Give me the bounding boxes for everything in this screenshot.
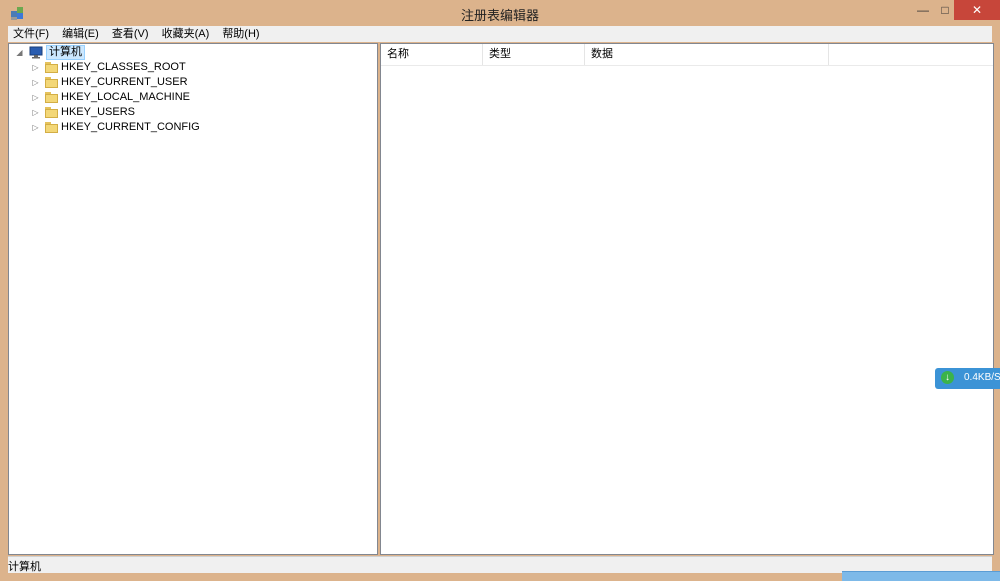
download-arrow-icon: ↓ [941, 371, 954, 384]
maximize-button[interactable]: □ [936, 0, 954, 20]
expand-arrow-icon[interactable]: ▷ [31, 63, 40, 72]
menu-favorites[interactable]: 收藏夹(A) [157, 26, 215, 42]
watermark-url: jingyan.baidu.com [769, 519, 882, 535]
folder-icon [45, 77, 58, 88]
menu-edit[interactable]: 编辑(E) [57, 26, 104, 42]
status-text: 计算机 [8, 561, 41, 573]
watermark-logo: Bai du 经验 [765, 478, 975, 518]
tree-root-label[interactable]: 计算机 [46, 45, 85, 60]
expand-arrow-icon[interactable]: ▷ [31, 108, 40, 117]
column-header-data[interactable]: 数据 [585, 44, 829, 65]
close-button[interactable]: ✕ [954, 0, 1000, 20]
expand-arrow-icon[interactable]: ▷ [31, 123, 40, 132]
computer-icon [29, 46, 43, 59]
window-title: 注册表编辑器 [460, 8, 539, 23]
baidu-watermark: Bai du 经验 jingyan.baidu.com [765, 470, 975, 535]
registry-tree-pane[interactable]: ◢ 计算机 ▷ HKEY_CLASSES_ROOT ▷ HKEY_CURRENT… [8, 43, 378, 555]
column-header-type[interactable]: 类型 [483, 44, 585, 65]
tree-key-label[interactable]: HKEY_CURRENT_CONFIG [61, 120, 200, 135]
tree-key-label[interactable]: HKEY_USERS [61, 105, 135, 120]
title-bar: 注册表编辑器 — □ ✕ [0, 0, 1000, 26]
header-divider [381, 65, 993, 66]
column-header-name[interactable]: 名称 [381, 44, 483, 65]
folder-icon [45, 62, 58, 73]
menu-help[interactable]: 帮助(H) [217, 26, 264, 42]
menu-view[interactable]: 查看(V) [107, 26, 154, 42]
network-speed-text: 0.4KB/S [964, 372, 1000, 383]
expand-arrow-icon[interactable]: ▷ [31, 93, 40, 102]
tree-key-label[interactable]: HKEY_CLASSES_ROOT [61, 60, 186, 75]
folder-icon [45, 92, 58, 103]
expand-arrow-icon[interactable]: ▷ [31, 78, 40, 87]
collapse-arrow-icon[interactable]: ◢ [15, 48, 24, 57]
menu-bar: 文件(F) 编辑(E) 查看(V) 收藏夹(A) 帮助(H) [8, 26, 992, 42]
tree-key-label[interactable]: HKEY_CURRENT_USER [61, 75, 188, 90]
tree-key-label[interactable]: HKEY_LOCAL_MACHINE [61, 90, 190, 105]
folder-icon [45, 107, 58, 118]
minimize-button[interactable]: — [910, 0, 936, 20]
network-speed-widget[interactable]: ↓ 0.4KB/S [935, 368, 1000, 389]
menu-file[interactable]: 文件(F) [8, 26, 54, 42]
folder-icon [45, 122, 58, 133]
